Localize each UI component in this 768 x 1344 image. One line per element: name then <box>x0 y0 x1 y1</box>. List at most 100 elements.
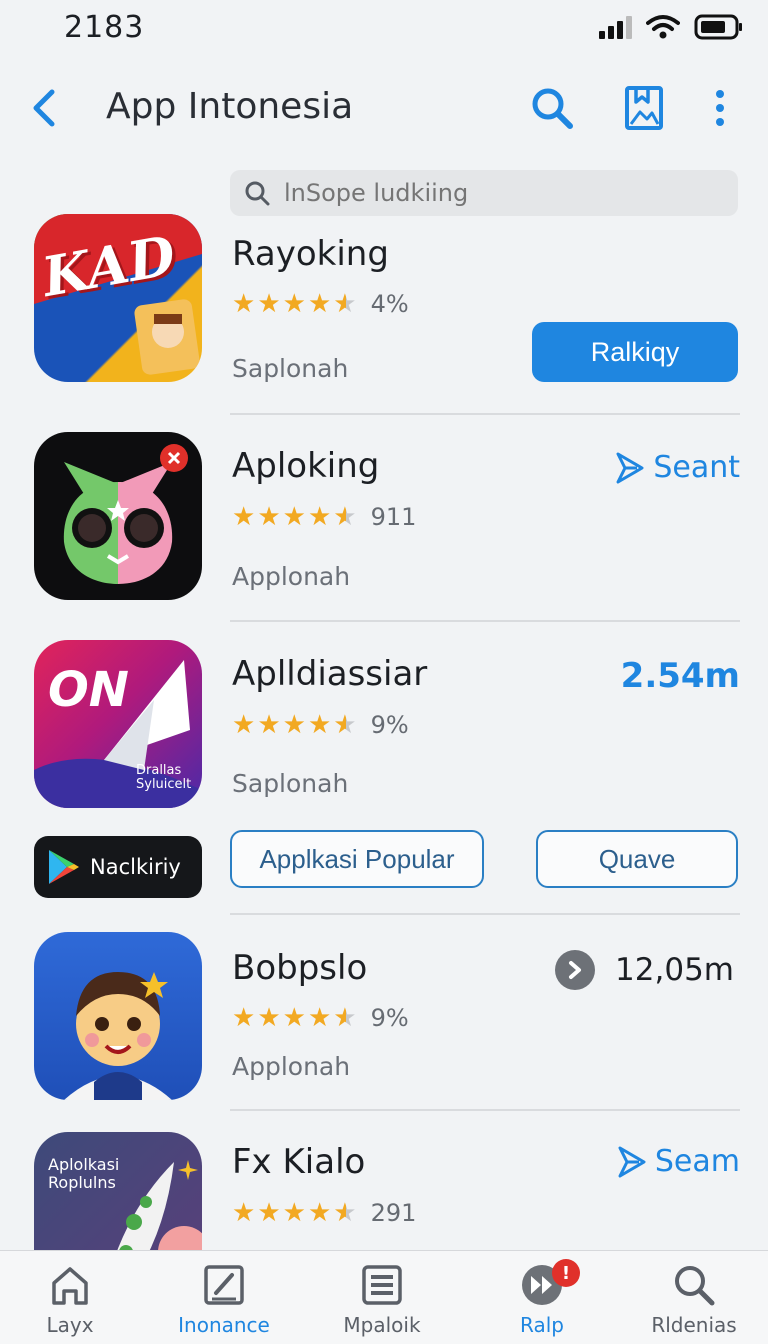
install-button[interactable]: Ralkiqy <box>532 322 738 382</box>
star-icon: ★ <box>232 1198 256 1228</box>
rating-value: 9% <box>370 1004 409 1032</box>
status-bar: 2183 <box>0 0 768 56</box>
star-icon: ★ <box>232 1003 256 1033</box>
send-link-label: Seam <box>654 1144 740 1179</box>
tab-inonance[interactable]: Inonance <box>154 1263 294 1337</box>
app-publisher: Saplonah <box>232 769 349 798</box>
status-time: 2183 <box>64 10 145 45</box>
rating-value: 291 <box>370 1199 417 1227</box>
back-button[interactable] <box>24 84 64 132</box>
search-icon <box>675 1266 715 1306</box>
app-size: 2.54m <box>620 656 740 696</box>
star-half-icon: ★ <box>333 1198 357 1228</box>
divider <box>230 620 740 622</box>
app-size-row[interactable]: 12,05m <box>555 950 734 990</box>
banner-label: Naclkiriy <box>90 855 181 879</box>
star-half-icon: ★ <box>333 289 357 319</box>
app-icon-aplldiassiar[interactable]: ON Drallas Syluicelt <box>34 640 202 808</box>
search-input[interactable] <box>284 179 704 207</box>
tab-mpaloik[interactable]: Mpaloik <box>312 1263 452 1337</box>
star-icon: ★ <box>257 289 281 319</box>
star-icon: ★ <box>307 289 332 319</box>
star-icon: ★ <box>307 1003 332 1033</box>
popular-apps-button[interactable]: Applkasi Popular <box>230 830 484 888</box>
app-logo-text: ON <box>48 662 129 718</box>
quave-button[interactable]: Quave <box>536 830 738 888</box>
image-edit-icon <box>204 1265 244 1305</box>
more-button[interactable] <box>706 84 734 132</box>
star-icon: ★ <box>282 1003 306 1033</box>
tab-label: Layx <box>46 1313 94 1337</box>
chevron-left-icon <box>33 89 55 127</box>
send-link[interactable]: Seant <box>615 450 740 485</box>
tab-rldenias[interactable]: Rldenias <box>624 1263 764 1337</box>
more-vertical-icon <box>716 90 724 126</box>
rating-value: 9% <box>370 711 409 739</box>
app-icon-aploking[interactable] <box>34 432 202 600</box>
tab-layx[interactable]: Layx <box>0 1263 140 1337</box>
divider <box>230 1109 740 1111</box>
search-icon <box>245 181 270 206</box>
app-name[interactable]: Rayoking <box>232 234 389 274</box>
star-half-icon: ★ <box>333 1003 357 1033</box>
send-link[interactable]: Seam <box>617 1144 740 1179</box>
app-publisher: Saplonah <box>232 354 349 383</box>
app-icon-caption: Aplolkasi Roplulns <box>48 1155 120 1192</box>
star-icon: ★ <box>282 1198 306 1228</box>
star-half-icon: ★ <box>333 502 357 532</box>
page-title: App Intonesia <box>106 86 354 127</box>
bookmark-button[interactable] <box>620 82 668 134</box>
star-icon: ★ <box>257 502 281 532</box>
star-icon: ★ <box>307 710 332 740</box>
tab-label: Ralp <box>520 1313 564 1337</box>
tab-ralp[interactable]: ! Ralp <box>472 1259 612 1337</box>
search-field[interactable] <box>230 170 738 216</box>
app-rating: ★ ★ ★ ★ ★ 4% <box>232 290 409 318</box>
app-icon-rayoking[interactable]: KAD <box>34 214 202 382</box>
battery-icon <box>694 14 742 40</box>
star-icon: ★ <box>257 710 281 740</box>
search-icon <box>532 88 573 129</box>
app-logo-graphic <box>64 972 172 1100</box>
tab-label: Mpaloik <box>343 1313 421 1337</box>
app-name[interactable]: Aplldiassiar <box>232 654 427 694</box>
nav-bar: App Intonesia <box>0 70 768 146</box>
list-icon <box>362 1265 402 1305</box>
star-icon: ★ <box>282 502 306 532</box>
app-name[interactable]: Aploking <box>232 446 379 486</box>
star-icon: ★ <box>307 1198 332 1228</box>
app-name[interactable]: Bobpslo <box>232 948 367 988</box>
tab-bar: Layx Inonance Mpaloik ! Ralp Rldenias <box>0 1250 768 1344</box>
app-rating: ★ ★ ★ ★ ★ 9% <box>232 1004 409 1032</box>
play-banner[interactable]: Naclkiriy <box>34 836 202 898</box>
search-button[interactable] <box>528 84 576 132</box>
app-size: 12,05m <box>615 952 734 988</box>
app-name[interactable]: Fx Kialo <box>232 1142 365 1182</box>
app-rating: ★ ★ ★ ★ ★ 291 <box>232 1199 416 1227</box>
send-icon <box>616 452 644 483</box>
star-icon: ★ <box>282 289 306 319</box>
star-icon: ★ <box>257 1003 281 1033</box>
play-store-icon <box>49 850 79 884</box>
notification-badge: ! <box>552 1259 580 1287</box>
app-rating: ★ ★ ★ ★ ★ 9% <box>232 711 409 739</box>
divider <box>230 413 740 415</box>
divider <box>230 913 740 915</box>
app-logo-graphic <box>63 444 188 584</box>
star-icon: ★ <box>307 502 332 532</box>
app-icon-caption: Drallas Syluicelt <box>136 763 192 792</box>
send-link-label: Seant <box>653 450 740 485</box>
rating-value: 4% <box>370 290 409 318</box>
star-icon: ★ <box>232 289 256 319</box>
wifi-icon <box>646 15 680 39</box>
star-icon: ★ <box>257 1198 281 1228</box>
home-icon <box>52 1267 88 1305</box>
bookmark-image-icon <box>625 86 663 130</box>
signal-icon <box>599 16 632 39</box>
star-icon: ★ <box>232 710 256 740</box>
star-icon: ★ <box>232 502 256 532</box>
app-publisher: Applonah <box>232 562 351 591</box>
star-half-icon: ★ <box>333 710 357 740</box>
chevron-right-icon <box>555 950 596 990</box>
app-icon-bobpslo[interactable] <box>34 932 202 1100</box>
